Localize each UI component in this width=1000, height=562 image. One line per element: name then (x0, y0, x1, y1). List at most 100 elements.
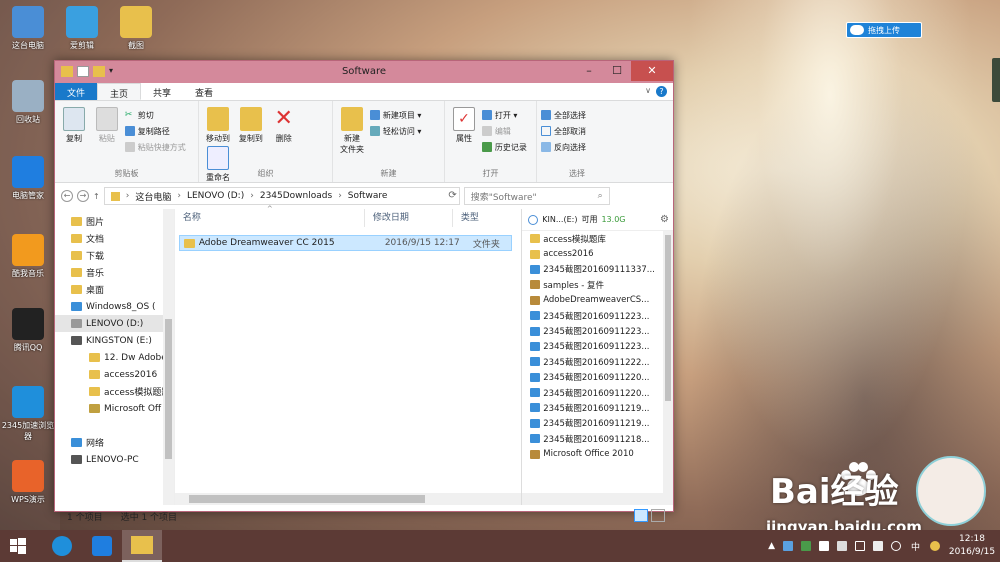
nav-item[interactable]: access2016 (55, 366, 174, 383)
nav-item[interactable]: KINGSTON (E:) (55, 332, 174, 349)
nav-item[interactable]: 网络 (55, 434, 174, 451)
desktop-icon[interactable]: 爱剪辑 (54, 6, 110, 51)
close-button[interactable]: ✕ (631, 61, 673, 81)
volume-icon[interactable] (890, 541, 901, 551)
desktop-icon[interactable]: 这台电脑 (0, 6, 56, 51)
list-item[interactable]: access2016 (522, 246, 660, 261)
clock[interactable]: 12:18 2016/9/15 (944, 533, 1000, 559)
start-button[interactable] (0, 530, 36, 562)
desktop-icon[interactable]: 回收站 (0, 80, 56, 125)
large-icons-view-icon[interactable] (651, 509, 665, 522)
list-item[interactable]: 2345截图20160911223... (522, 308, 660, 323)
nav-item[interactable]: Windows8_OS ( (55, 298, 174, 315)
paste-button[interactable]: 粘贴 (92, 105, 122, 144)
nav-item[interactable]: Microsoft Off (55, 400, 174, 417)
column-modified[interactable]: 修改日期 (365, 209, 453, 227)
preview-scrollbar[interactable] (663, 231, 673, 493)
nav-item[interactable]: 桌面 (55, 281, 174, 298)
title-bar[interactable]: ▾ Software – ☐ ✕ (55, 61, 673, 83)
paste-shortcut-button[interactable]: 粘贴快捷方式 (124, 139, 186, 155)
list-item[interactable]: 2345截图20160911220... (522, 385, 660, 400)
edit-button[interactable]: 编辑 (481, 123, 527, 139)
new-folder-button[interactable]: 新建 文件夹 (337, 105, 367, 155)
list-item[interactable]: 2345截图20160911219... (522, 400, 660, 415)
desktop-icon[interactable]: 截图 (108, 6, 164, 51)
help-icon[interactable]: ? (656, 86, 667, 97)
tab-share[interactable]: 共享 (141, 83, 183, 100)
preview-horizontal-scrollbar[interactable] (522, 493, 673, 505)
copy-button[interactable]: 复制 (59, 105, 89, 144)
tray-app-icon[interactable] (836, 541, 847, 551)
upload-button[interactable]: 拖拽上传 (846, 22, 922, 38)
nav-item[interactable]: 音乐 (55, 264, 174, 281)
list-item[interactable]: AdobeDreamweaverCS... (522, 293, 660, 308)
tray-app-icon[interactable] (800, 541, 811, 551)
side-panel-handle[interactable] (992, 58, 1000, 102)
breadcrumb-item[interactable]: 2345Downloads (260, 191, 332, 201)
desktop-icon[interactable]: 电脑管家 (0, 156, 56, 201)
tray-app-icon[interactable] (818, 541, 829, 551)
copy-to-button[interactable]: 复制到 (236, 105, 266, 144)
copy-path-button[interactable]: 复制路径 (124, 123, 186, 139)
search-input[interactable]: 搜索"Software" ⌕ (463, 187, 610, 205)
taskbar-file-explorer[interactable] (122, 530, 162, 562)
maximize-button[interactable]: ☐ (603, 61, 631, 81)
nav-item[interactable]: 图片 (55, 213, 174, 230)
network-icon[interactable] (872, 541, 883, 551)
chevron-up-icon[interactable]: ▲ (768, 541, 775, 551)
battery-icon[interactable] (854, 541, 865, 551)
invert-selection-button[interactable]: 反向选择 (541, 139, 586, 155)
desktop-icon[interactable]: WPS演示 (0, 460, 56, 505)
new-item-button[interactable]: 新建项目 ▾ (369, 107, 421, 123)
list-item[interactable]: 2345截图20160911218... (522, 431, 660, 446)
select-all-button[interactable]: 全部选择 (541, 107, 586, 123)
forward-icon[interactable]: → (77, 190, 89, 202)
tab-file[interactable]: 文件 (55, 83, 98, 100)
nav-item[interactable]: 文档 (55, 230, 174, 247)
delete-button[interactable]: ✕ 删除 (269, 105, 299, 144)
tab-home[interactable]: 主页 (97, 83, 142, 100)
table-row[interactable]: Adobe Dreamweaver CC 2015 2016/9/15 12:1… (178, 235, 512, 251)
nav-scrollbar[interactable] (162, 209, 174, 505)
cut-button[interactable]: ✂ 剪切 (125, 107, 186, 123)
ime-indicator[interactable]: 中 (911, 540, 920, 553)
desktop-icon[interactable]: 腾讯QQ (0, 308, 56, 353)
tab-view[interactable]: 查看 (183, 83, 225, 100)
list-item[interactable]: 2345截图20160911223... (522, 339, 660, 354)
back-icon[interactable]: ← (61, 190, 73, 202)
properties-button[interactable]: ✓ 属性 (449, 105, 479, 144)
list-item[interactable]: 2345截图20160911219... (522, 416, 660, 431)
nav-item[interactable]: 下载 (55, 247, 174, 264)
tray-app-icon[interactable] (930, 541, 940, 551)
breadcrumb-item[interactable]: Software (348, 191, 388, 201)
tray-app-icon[interactable] (782, 541, 793, 551)
minimize-button[interactable]: – (575, 61, 603, 81)
select-none-button[interactable]: 全部取消 (541, 123, 586, 139)
nav-item[interactable]: access模拟题题 (55, 383, 174, 400)
refresh-icon[interactable]: ⟳ (448, 190, 456, 201)
desktop-icon[interactable]: 2345加速浏览器 (0, 386, 56, 442)
list-item[interactable]: access模拟题库 (522, 231, 660, 246)
nav-item[interactable]: LENOVO-PC (55, 451, 174, 468)
address-bar[interactable]: › 这台电脑 › LENOVO (D:) › 2345Downloads › Soft… (103, 187, 460, 205)
nav-item[interactable]: LENOVO (D:) (55, 315, 174, 332)
file-list-horizontal-scrollbar[interactable] (174, 493, 522, 505)
column-type[interactable]: 类型 (453, 209, 513, 227)
open-button[interactable]: 打开 ▾ (481, 107, 527, 123)
gear-icon[interactable]: ⚙ (660, 214, 669, 225)
breadcrumb-item[interactable]: LENOVO (D:) (187, 191, 244, 201)
taskbar-pc-manager[interactable] (82, 530, 122, 562)
list-item[interactable]: Microsoft Office 2010 (522, 446, 660, 461)
breadcrumb-item[interactable]: 这台电脑 (135, 190, 171, 203)
nav-item[interactable]: 12. Dw Adobe (55, 349, 174, 366)
taskbar-browser[interactable] (42, 530, 82, 562)
chevron-down-icon[interactable]: ∨ (645, 86, 651, 95)
details-view-icon[interactable] (634, 509, 648, 522)
up-arrow-icon[interactable]: ↑ (93, 192, 100, 201)
move-to-button[interactable]: 移动到 (203, 105, 233, 144)
easy-access-button[interactable]: 轻松访问 ▾ (369, 123, 421, 139)
list-item[interactable]: 2345截图20160911220... (522, 370, 660, 385)
list-item[interactable]: samples - 复件 (522, 277, 660, 292)
list-item[interactable]: 2345截图201609111337... (522, 262, 660, 277)
history-button[interactable]: 历史记录 (481, 139, 527, 155)
